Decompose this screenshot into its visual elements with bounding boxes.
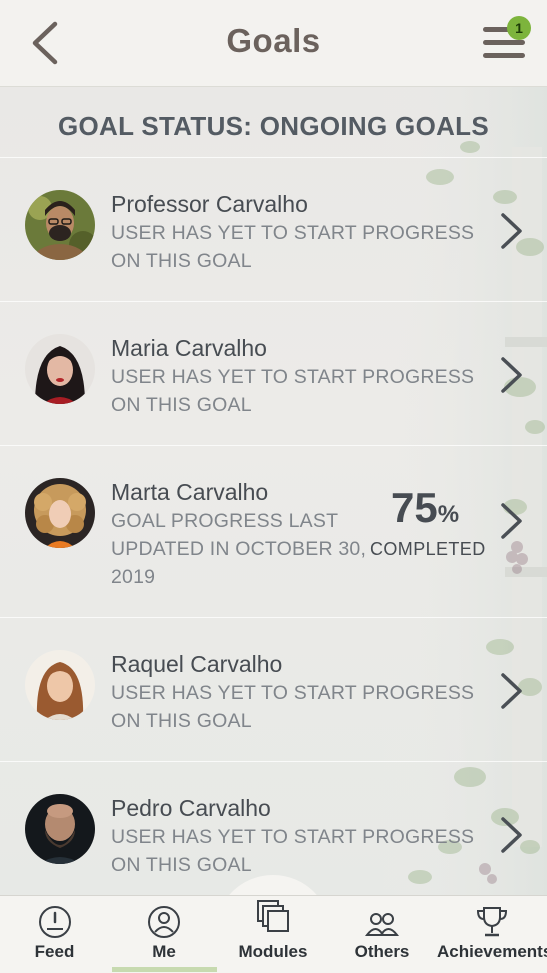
user-icon <box>148 906 180 938</box>
goal-row[interactable]: Maria Carvalho USER HAS YET TO START PRO… <box>0 301 547 446</box>
stacked-squares-icon <box>257 900 289 932</box>
app-header: Goals 1 <box>0 0 547 87</box>
goal-row[interactable]: Marta Carvalho GOAL PROGRESS LAST UPDATE… <box>0 445 547 618</box>
goal-status-text: USER HAS YET TO START PROGRESS ON THIS G… <box>111 366 475 416</box>
goal-status-text: USER HAS YET TO START PROGRESS ON THIS G… <box>111 222 475 272</box>
chevron-right-icon <box>501 503 522 539</box>
gauge-icon <box>38 906 71 938</box>
tab-modules[interactable]: Modules <box>219 896 327 973</box>
progress-unit: % <box>437 501 460 528</box>
bottom-tab-bar: Feed Me Modules Others Achievements <box>0 895 547 973</box>
goal-status-text: GOAL PROGRESS LAST UPDATED IN OCTOBER 30… <box>111 510 367 588</box>
goal-row[interactable]: Raquel Carvalho USER HAS YET TO START PR… <box>0 617 547 762</box>
progress-label: COMPLETED <box>370 539 486 559</box>
section-title: GOAL STATUS: ONGOING GOALS <box>57 111 490 141</box>
goal-user-name: Marta Carvalho <box>111 479 269 505</box>
goal-user-name: Maria Carvalho <box>111 335 267 361</box>
trophy-icon <box>476 907 508 937</box>
tab-label: Others <box>354 942 410 961</box>
page-title: Goals <box>226 22 321 59</box>
active-tab-indicator <box>112 967 217 972</box>
tab-feed[interactable]: Feed <box>0 896 109 973</box>
goal-progress-indicator: 75% COMPLETED <box>370 484 486 560</box>
tab-others[interactable]: Others <box>328 896 436 973</box>
chevron-right-icon <box>501 673 522 709</box>
tab-achievements[interactable]: Achievements <box>437 896 547 973</box>
avatar <box>25 478 95 548</box>
menu-button[interactable]: 1 <box>480 16 531 66</box>
goal-status-text: USER HAS YET TO START PROGRESS ON THIS G… <box>111 682 475 732</box>
goal-row[interactable]: Professor Carvalho USER HAS YET TO START… <box>0 157 547 302</box>
goal-user-name: Pedro Carvalho <box>111 795 271 821</box>
chevron-right-icon <box>501 817 522 853</box>
tab-label: Me <box>152 942 176 961</box>
avatar <box>25 794 95 864</box>
goal-user-name: Raquel Carvalho <box>111 651 283 677</box>
chevron-right-icon <box>501 213 522 249</box>
users-icon <box>364 913 400 936</box>
goals-list-container[interactable]: GOAL STATUS: ONGOING GOALS Professor Car… <box>0 87 547 895</box>
progress-value: 75 <box>390 484 438 531</box>
goal-user-name: Professor Carvalho <box>111 191 308 217</box>
avatar <box>25 334 95 404</box>
avatar <box>25 650 95 720</box>
tab-me[interactable]: Me <box>110 896 218 973</box>
tab-label: Modules <box>238 942 308 961</box>
chevron-right-icon <box>501 357 522 393</box>
goal-status-text: USER HAS YET TO START PROGRESS ON THIS G… <box>111 826 475 876</box>
tab-label: Feed <box>34 942 75 961</box>
notification-badge: 1 <box>507 16 531 40</box>
tab-label: Achievements <box>437 942 547 961</box>
avatar <box>25 190 95 260</box>
